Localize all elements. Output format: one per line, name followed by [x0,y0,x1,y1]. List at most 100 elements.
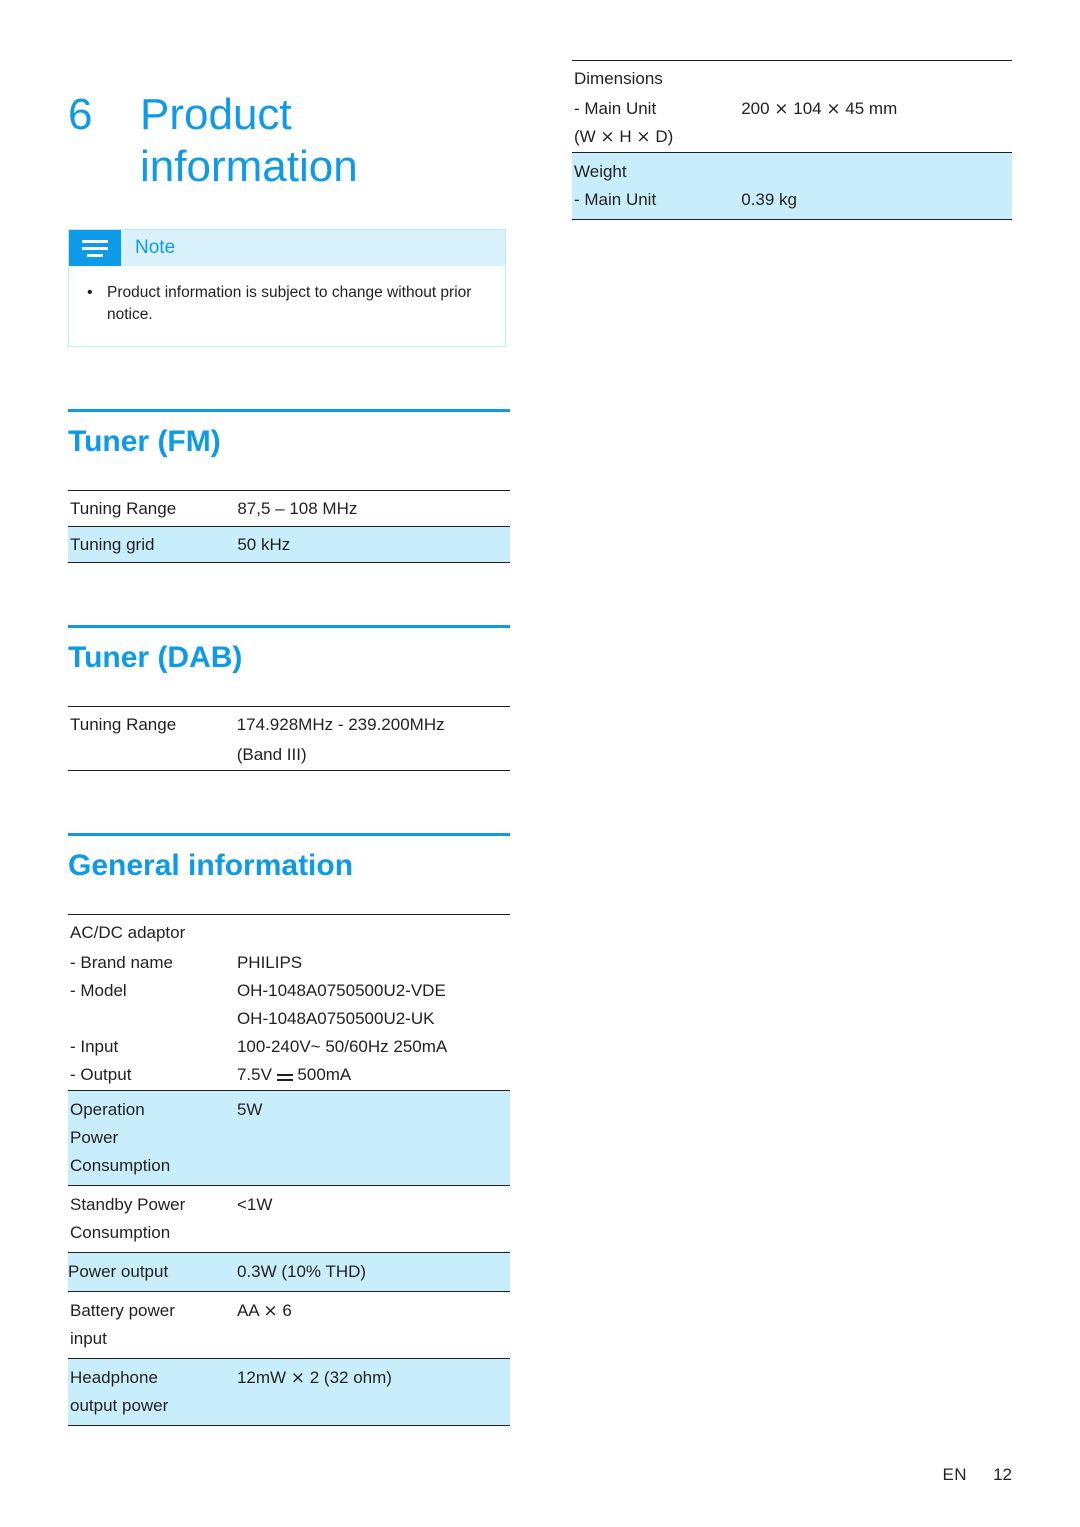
cell-key: Operation [68,1090,237,1126]
cell-key-cont: Consumption [68,1153,237,1187]
cell-value-empty [236,1326,510,1360]
table-row: - Brand name PHILIPS [68,950,510,978]
section-heading-tuner-fm: Tuner (FM) [68,409,510,460]
table-row: Headphone 12mW ⨯ 2 (32 ohm) [68,1358,510,1394]
table-row: Consumption [68,1220,510,1254]
section-heading-general: General information [68,833,510,884]
cell-value-empty [236,1125,510,1154]
cell-key: Dimensions [572,60,742,96]
cell-value: OH-1048A0750500U2-VDE [236,981,446,1001]
cell-value: <1W [236,1195,273,1215]
cell-value: PHILIPS [236,953,303,973]
table-row: - Main Unit 0.39 kg [572,187,1012,220]
cell-key: - Main Unit [572,187,742,220]
table-row: Power [68,1125,510,1154]
cell-value: 7.5V 500mA [236,1062,510,1092]
cell-key: Headphone [68,1358,237,1394]
cell-value: 200 ⨯ 104 ⨯ 45 mm [741,99,898,118]
document-page: 6 Product information Note • Product inf… [0,0,1080,1527]
cell-value: 12mW ⨯ 2 (32 ohm) [236,1358,510,1394]
cell-value: AA ⨯ 6 [236,1301,292,1321]
table-row: Consumption [68,1153,510,1187]
cell-key: Standby Power [70,1195,186,1215]
cell-key: Weight [572,152,742,187]
cell-value-empty [741,152,1012,187]
cell-value: 0.39 kg [741,187,1012,220]
table-row: (W ⨯ H ⨯ D) [572,124,1012,153]
note-header: Note [69,230,505,267]
table-row: Operation 5W [68,1090,510,1126]
footer-page-number: 12 [993,1465,1012,1484]
section-heading-tuner-dab: Tuner (DAB) [68,625,510,676]
cell-value: 100-240V~ 50/60Hz 250mA [236,1037,448,1057]
cell-key: Battery power [70,1301,175,1321]
cell-key-cont: Power [68,1125,237,1154]
table-row: output power [68,1393,510,1427]
bullet-icon: • [87,284,93,302]
table-row: Tuning Range 174.928MHz - 239.200MHz [68,706,510,743]
cell-value [741,60,1012,96]
cell-key-cont: input [68,1326,237,1360]
table-row: - Main Unit 200 ⨯ 104 ⨯ 45 mm [572,96,1012,124]
cell-key: Tuning Range [68,490,238,527]
cell-value-empty [236,1393,510,1427]
chapter-title: Product information [140,90,358,192]
footer-language: EN [942,1465,968,1484]
cell-key: - Model [70,981,127,1001]
cell-value-cont: (Band III) [236,742,510,772]
cell-value-empty [236,1220,510,1254]
note-icon [69,230,121,267]
table-row: - Input 100-240V~ 50/60Hz 250mA [68,1034,510,1062]
cell-value-cont: OH-1048A0750500U2-UK [236,1009,435,1029]
output-voltage: 7.5V [236,1065,272,1085]
table-row: Tuning grid 50 kHz [68,526,510,564]
cell-value: 5W [236,1090,510,1126]
table-row: (Band III) [68,742,510,772]
table-row: Battery power AA ⨯ 6 [68,1292,510,1327]
cell-value-empty [236,1153,510,1187]
cell-value [236,914,510,951]
cell-key: AC/DC adaptor [68,914,237,951]
cell-key: Tuning Range [68,706,237,743]
chapter-heading: 6 Product information [68,89,510,193]
right-column: Dimensions - Main Unit 200 ⨯ 104 ⨯ 45 mm… [572,60,1012,220]
table-row: Standby Power <1W [68,1186,510,1221]
table-row: - Output 7.5V 500mA [68,1062,510,1092]
chapter-number: 6 [68,90,93,140]
table-row: Dimensions [572,60,1012,96]
dc-current-icon [276,1069,293,1083]
cell-value: 174.928MHz - 239.200MHz [236,706,510,743]
cell-key-empty [68,742,237,772]
cell-key: - Main Unit [574,99,657,118]
cell-key-cont: Consumption [68,1220,237,1254]
left-column: 6 Product information Note • Product inf… [68,60,510,1427]
note-box: Note • Product information is subject to… [68,229,506,348]
table-tuner-fm: Tuning Range 87,5 – 108 MHz Tuning grid … [68,490,510,564]
output-current: 500mA [297,1065,352,1085]
table-row: Tuning Range 87,5 – 108 MHz [68,490,510,527]
table-row: AC/DC adaptor [68,914,510,951]
cell-key-empty [68,1006,237,1034]
table-general-information: AC/DC adaptor - Brand name PHILIPS - Mod… [68,914,510,1427]
table-row: - Model OH-1048A0750500U2-VDE [68,978,510,1006]
table-tuner-dab: Tuning Range 174.928MHz - 239.200MHz (Ba… [68,706,510,772]
cell-value: 0.3W (10% THD) [236,1252,510,1293]
page-footer: EN 12 [942,1465,1012,1485]
table-row: Power output 0.3W (10% THD) [68,1252,510,1293]
cell-key: - Brand name [70,953,173,973]
cell-key-cont: (W ⨯ H ⨯ D) [572,124,742,153]
cell-value: 87,5 – 108 MHz [237,490,510,527]
cell-value: 50 kHz [237,526,510,564]
table-row: Weight [572,152,1012,187]
note-label: Note [135,237,176,259]
cell-key: - Output [68,1062,237,1092]
note-body: • Product information is subject to chan… [69,266,505,346]
cell-key-cont: output power [68,1393,237,1427]
cell-key: - Input [70,1037,119,1057]
note-text: Product information is subject to change… [107,284,472,324]
cell-key: Power output [68,1252,237,1293]
table-dimensions-weight: Dimensions - Main Unit 200 ⨯ 104 ⨯ 45 mm… [572,60,1012,220]
table-row: input [68,1326,510,1360]
table-row: OH-1048A0750500U2-UK [68,1006,510,1034]
cell-value-empty [741,124,1012,153]
